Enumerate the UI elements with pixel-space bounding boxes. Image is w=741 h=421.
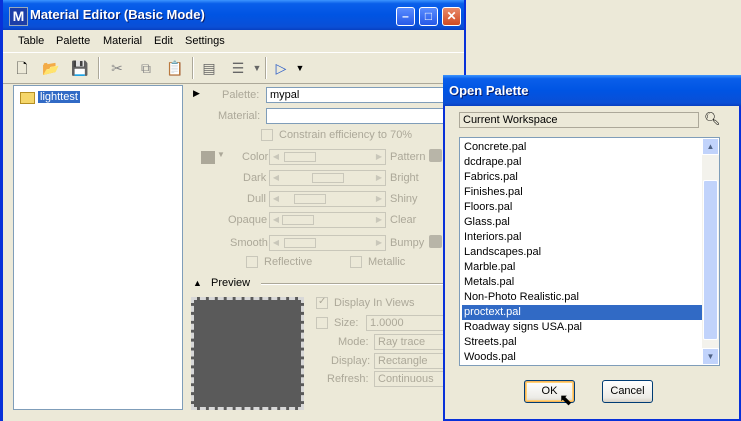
- palette-file-item[interactable]: Streets.pal: [462, 335, 704, 350]
- constrain-label: Constrain efficiency to 70%: [279, 129, 413, 141]
- refresh-label: Refresh:: [327, 373, 369, 385]
- palette-file-list[interactable]: Concrete.pal dcdrape.pal Fabrics.pal Finish…: [459, 137, 720, 366]
- assign-material-icon[interactable]: ▤: [198, 57, 220, 79]
- metallic-label: Metallic: [368, 256, 406, 268]
- open-folder-icon[interactable]: 📂: [40, 57, 62, 79]
- dark-label: Dark: [243, 172, 267, 184]
- cancel-button[interactable]: Cancel: [602, 380, 653, 403]
- opaque-label: Opaque: [228, 214, 268, 226]
- layers-icon[interactable]: ☰: [227, 57, 249, 79]
- toolbar-separator: [265, 57, 267, 79]
- color-dropdown-icon[interactable]: ▼: [217, 150, 225, 159]
- pointer-flag-icon[interactable]: ▷: [270, 57, 292, 79]
- color-label: Color: [242, 151, 269, 163]
- palette-file-item[interactable]: Marble.pal: [462, 260, 704, 275]
- pattern-label: Pattern: [390, 151, 426, 163]
- palette-file-item[interactable]: Metals.pal: [462, 275, 704, 290]
- palette-file-item[interactable]: proctext.pal: [462, 305, 704, 320]
- copy-icon[interactable]: ⧉: [135, 57, 157, 79]
- list-scrollbar[interactable]: ▲ ▼: [702, 138, 719, 365]
- palette-file-item[interactable]: Woods.pal: [462, 350, 704, 365]
- menu-material[interactable]: Material: [103, 35, 142, 47]
- shininess-slider[interactable]: ◀ ▶: [269, 191, 386, 207]
- palette-file-item[interactable]: Interiors.pal: [462, 230, 704, 245]
- palette-file-item[interactable]: Fabrics.pal: [462, 170, 704, 185]
- palette-label: Palette:: [222, 89, 260, 101]
- workspace-location: Current Workspace: [459, 112, 699, 128]
- new-icon[interactable]: 🗋: [11, 57, 33, 79]
- pattern-icon[interactable]: [429, 149, 442, 162]
- color-swatch[interactable]: [201, 151, 215, 164]
- mouse-cursor-icon: ⬉: [559, 392, 573, 409]
- window-title: Material Editor (Basic Mode): [30, 7, 205, 22]
- palette-file-item[interactable]: Finishes.pal: [462, 185, 704, 200]
- palette-file-item[interactable]: Floors.pal: [462, 200, 704, 215]
- dialog-title: Open Palette: [449, 83, 529, 98]
- display-in-views-checkbox[interactable]: ✓: [316, 296, 328, 309]
- size-checkbox[interactable]: [316, 317, 328, 329]
- palette-file-item[interactable]: Concrete.pal: [462, 140, 704, 155]
- scroll-down-icon[interactable]: ▼: [702, 348, 719, 365]
- bumpiness-slider[interactable]: ◀ ▶: [269, 235, 386, 251]
- minimize-button[interactable]: –: [396, 7, 415, 26]
- dialog-title-bar[interactable]: Open Palette: [443, 75, 741, 106]
- palette-file-item[interactable]: Glass.pal: [462, 215, 704, 230]
- pointer-dropdown-icon[interactable]: ▼: [294, 57, 306, 79]
- paste-icon[interactable]: 📋: [164, 57, 186, 79]
- maximize-button[interactable]: □: [419, 7, 438, 26]
- clear-label: Clear: [390, 214, 417, 226]
- scroll-up-icon[interactable]: ▲: [702, 138, 719, 155]
- menu-edit[interactable]: Edit: [154, 35, 173, 47]
- size-label: Size:: [334, 317, 359, 329]
- bright-label: Bright: [390, 172, 419, 184]
- collapse-up-icon[interactable]: ▲: [193, 278, 202, 288]
- material-editor-window: M Material Editor (Basic Mode) – □ ✕ Tab…: [0, 0, 466, 421]
- material-label: Material:: [218, 110, 261, 122]
- toolbar-separator: [192, 57, 194, 79]
- toolbar-separator: [98, 57, 100, 79]
- search-icon[interactable]: 🔍︎: [704, 111, 721, 127]
- menu-table[interactable]: Table: [18, 35, 44, 47]
- open-palette-dialog: Open Palette Current Workspace 🔍︎ Concre…: [443, 75, 741, 421]
- shiny-label: Shiny: [390, 193, 418, 205]
- reflective-checkbox[interactable]: [246, 256, 258, 268]
- metallic-checkbox[interactable]: [350, 256, 362, 268]
- close-button[interactable]: ✕: [442, 7, 461, 26]
- palette-file-item[interactable]: Landscapes.pal: [462, 245, 704, 260]
- preview-header: Preview: [211, 277, 251, 289]
- save-icon[interactable]: 💾: [69, 57, 91, 79]
- mode-label: Mode:: [338, 336, 369, 348]
- material-tree[interactable]: lighttest: [13, 85, 183, 410]
- material-preview: [191, 297, 304, 410]
- reflective-label: Reflective: [264, 256, 313, 268]
- bumpy-label: Bumpy: [390, 237, 425, 249]
- display-in-views-label: Display In Views: [334, 297, 415, 309]
- title-bar[interactable]: M Material Editor (Basic Mode) – □ ✕: [3, 0, 464, 30]
- cut-icon[interactable]: ✂: [106, 57, 128, 79]
- menu-palette[interactable]: Palette: [56, 35, 90, 47]
- transparency-slider[interactable]: ◀ ▶: [269, 212, 386, 228]
- menu-settings[interactable]: Settings: [185, 35, 225, 47]
- tree-item-selected[interactable]: lighttest: [37, 90, 81, 104]
- menu-bar: Table Palette Material Edit Settings: [3, 33, 464, 51]
- folder-icon: [20, 92, 35, 104]
- scroll-thumb[interactable]: [703, 180, 718, 340]
- app-icon: M: [9, 7, 28, 26]
- toolbar: 🗋 📂 💾 ✂ ⧉ 📋 ▤ ☰ ▼ ▷ ▼: [3, 52, 464, 84]
- material-field[interactable]: [266, 108, 466, 124]
- palette-file-item[interactable]: Non-Photo Realistic.pal: [462, 290, 704, 305]
- palette-file-item[interactable]: Roadway signs USA.pal: [462, 320, 704, 335]
- palette-file-item[interactable]: dcdrape.pal: [462, 155, 704, 170]
- palette-field[interactable]: mypal: [266, 87, 466, 103]
- collapse-arrow-icon[interactable]: ▶: [193, 88, 200, 99]
- display-label: Display:: [331, 355, 371, 367]
- color-slider[interactable]: ◀ ▶: [269, 149, 386, 165]
- constrain-checkbox[interactable]: [261, 129, 273, 141]
- layers-dropdown-icon[interactable]: ▼: [251, 57, 263, 79]
- bump-map-icon[interactable]: [429, 235, 442, 248]
- dull-label: Dull: [247, 193, 266, 205]
- smooth-label: Smooth: [230, 237, 268, 249]
- preview-divider: [261, 283, 466, 285]
- brightness-slider[interactable]: ◀ ▶: [269, 170, 386, 186]
